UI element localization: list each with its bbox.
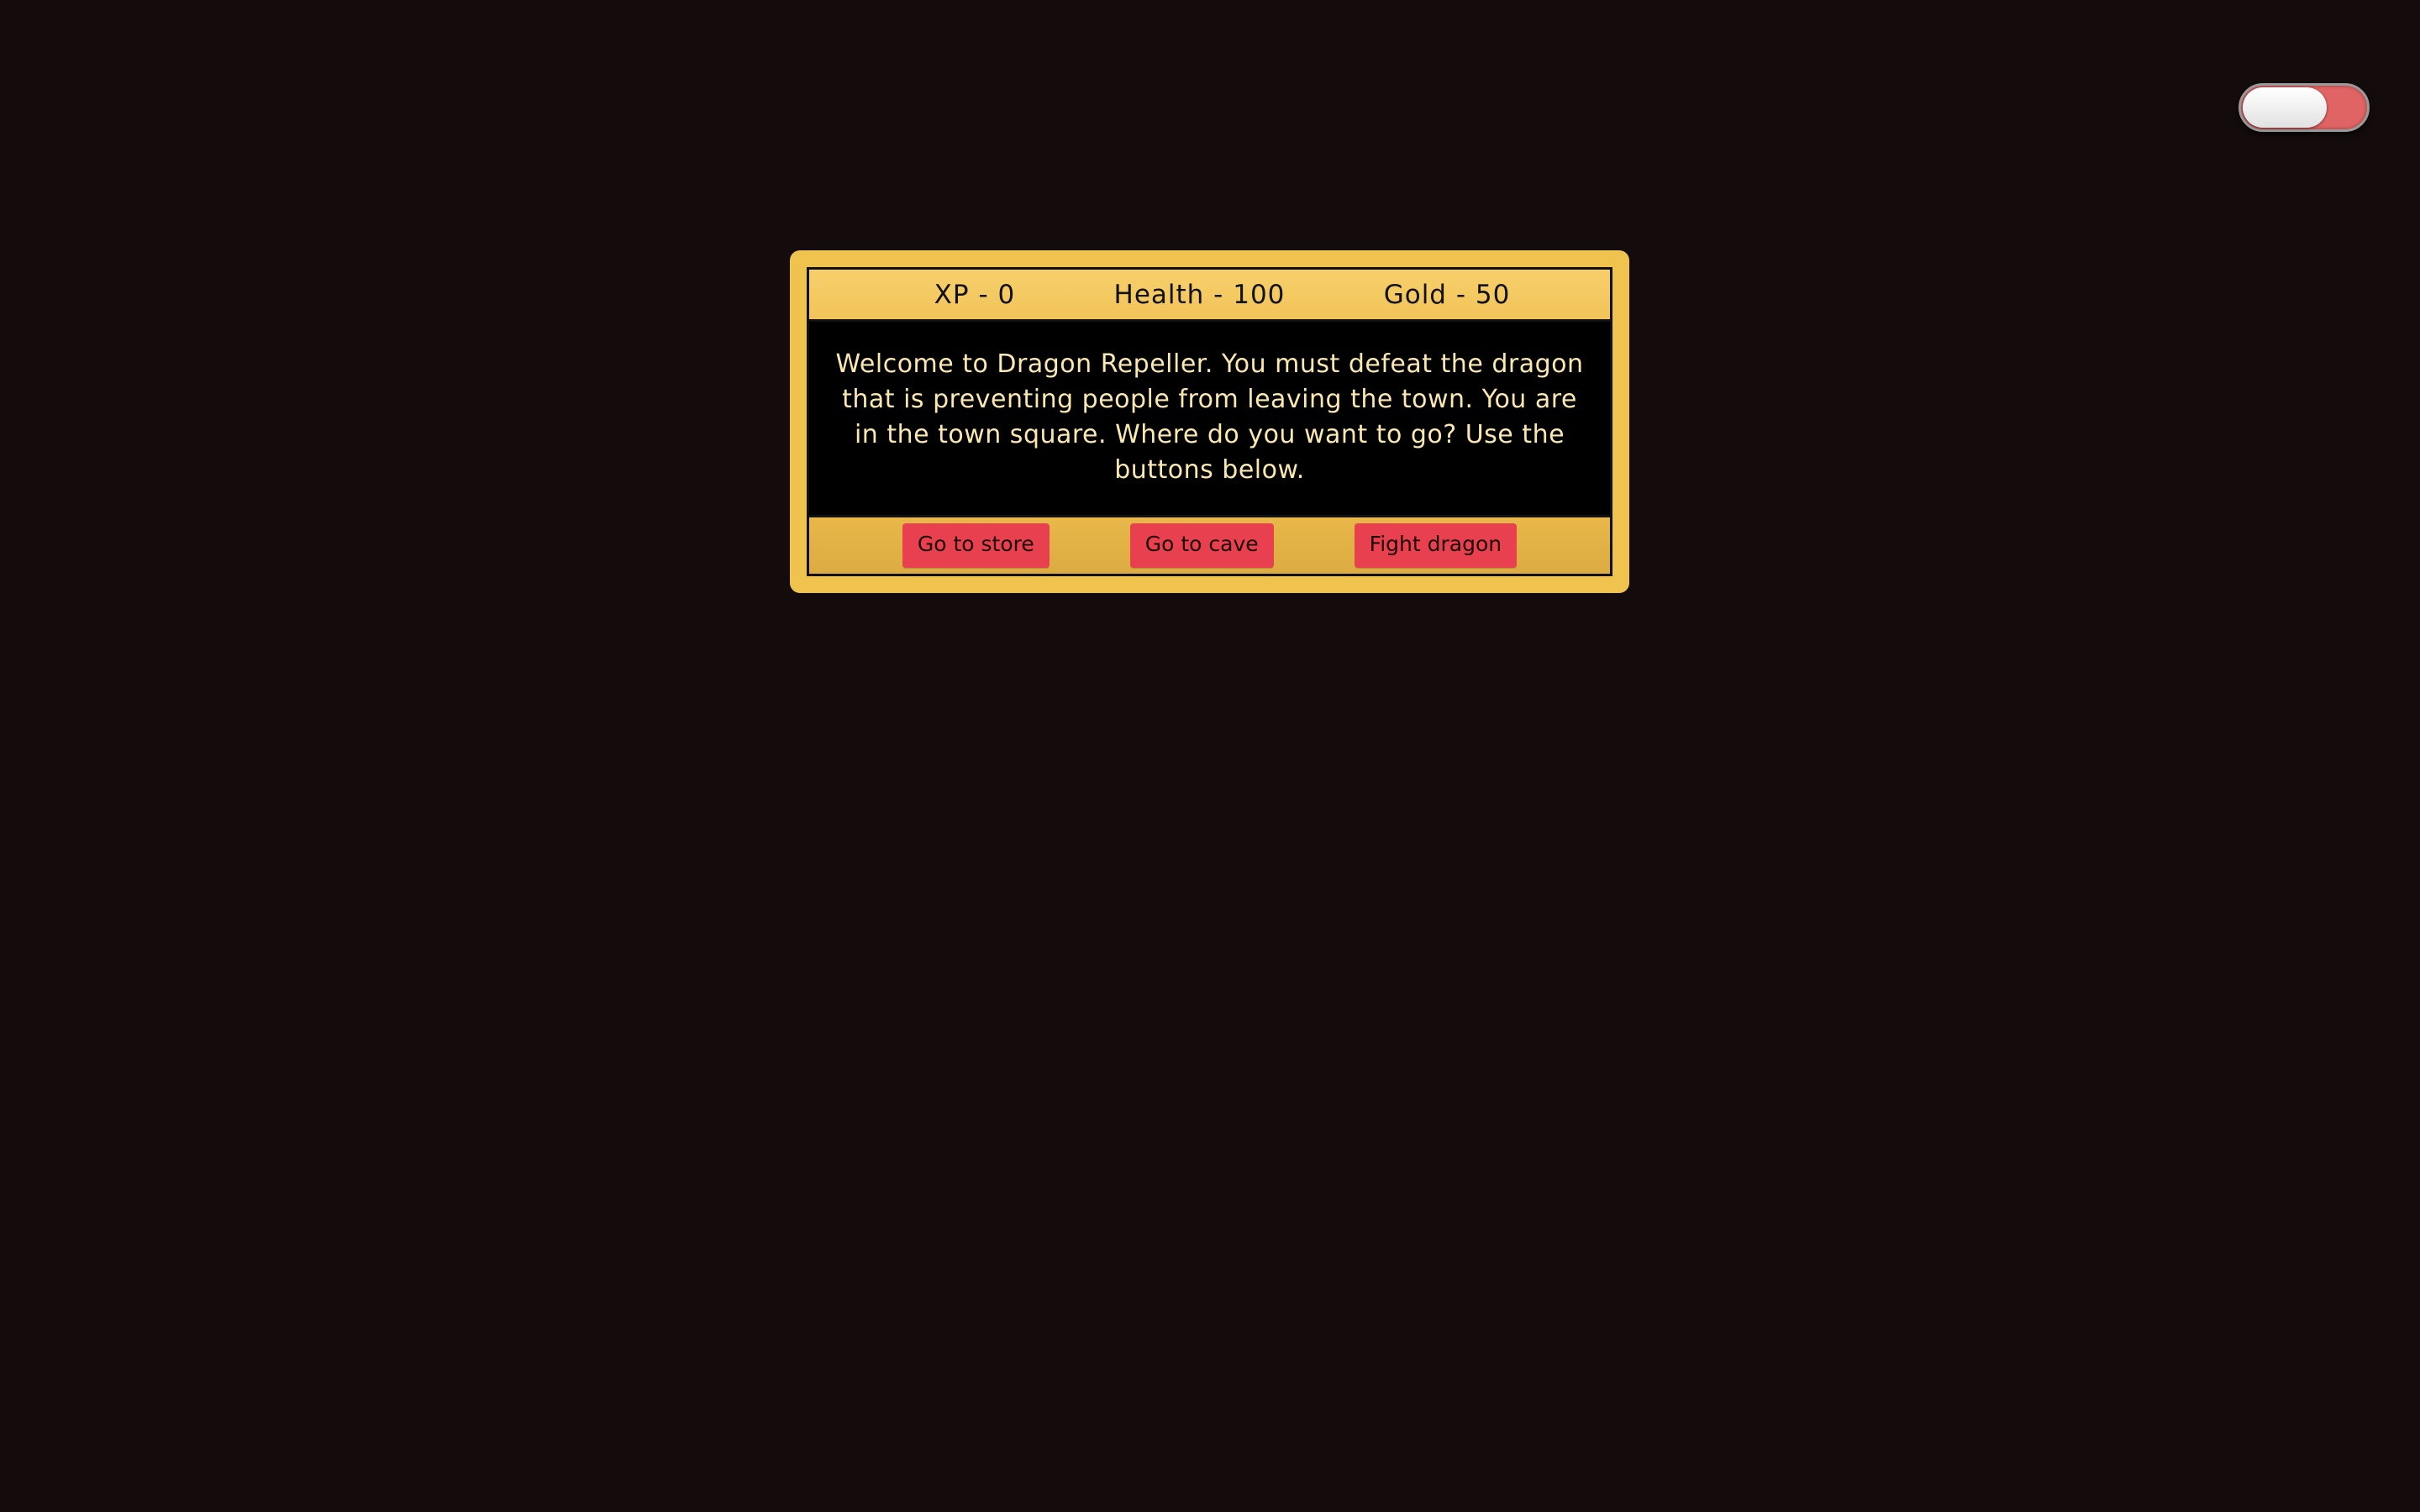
stats-bar: XP - 0 Health - 100 Gold - 50 — [809, 270, 1610, 322]
health-stat: Health - 100 — [1113, 279, 1286, 310]
fight-dragon-button[interactable]: Fight dragon — [1354, 523, 1518, 568]
story-text: Welcome to Dragon Repeller. You must def… — [809, 322, 1610, 515]
game-panel: XP - 0 Health - 100 Gold - 50 Welcome to… — [807, 267, 1612, 576]
page: XP - 0 Health - 100 Gold - 50 Welcome to… — [0, 0, 2420, 1512]
go-to-cave-button[interactable]: Go to cave — [1129, 523, 1274, 568]
toggle-knob[interactable] — [2243, 87, 2327, 128]
controls-bar: Go to store Go to cave Fight dragon — [809, 515, 1610, 574]
xp-stat: XP - 0 — [934, 279, 1016, 310]
theme-toggle[interactable] — [2238, 83, 2370, 132]
game-container: XP - 0 Health - 100 Gold - 50 Welcome to… — [790, 250, 1629, 593]
gold-stat: Gold - 50 — [1383, 279, 1511, 310]
go-to-store-button[interactable]: Go to store — [902, 523, 1050, 568]
